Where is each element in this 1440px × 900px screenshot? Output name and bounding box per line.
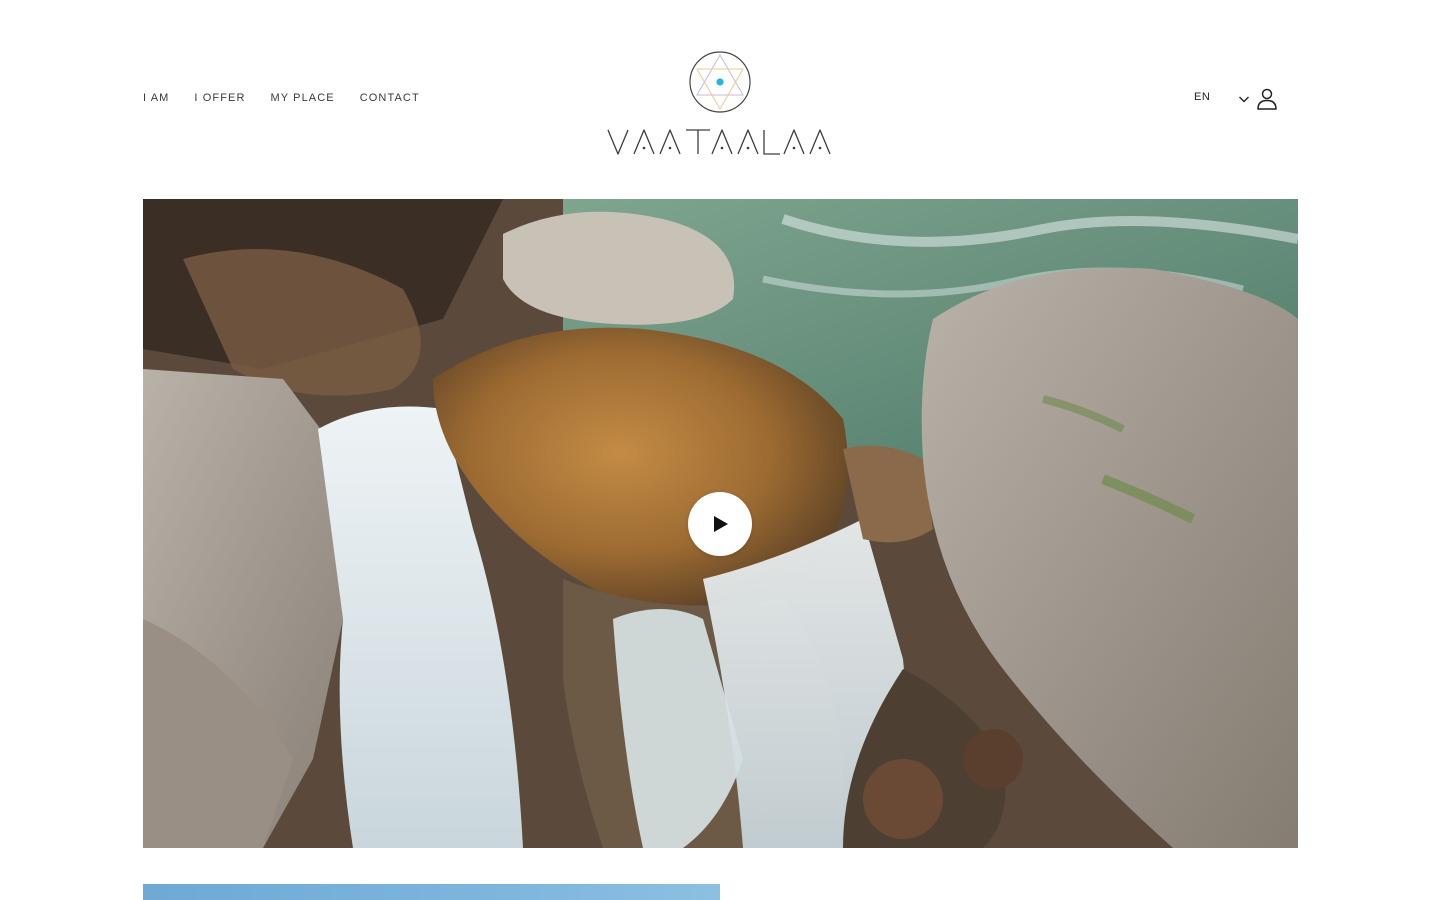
- nav-item-my-place[interactable]: MY PLACE: [271, 92, 335, 104]
- site-logo[interactable]: [604, 50, 836, 160]
- user-icon[interactable]: [1255, 87, 1279, 111]
- nav-item-i-offer[interactable]: I OFFER: [194, 92, 245, 104]
- play-button[interactable]: [688, 492, 752, 556]
- play-icon: [714, 516, 728, 532]
- language-selector[interactable]: EN: [1194, 91, 1249, 103]
- hero-video[interactable]: [143, 199, 1298, 848]
- logo-wordmark: [607, 129, 831, 155]
- site-header: I AM I OFFER MY PLACE CONTACT EN: [0, 0, 1440, 199]
- main-nav: I AM I OFFER MY PLACE CONTACT: [143, 92, 420, 104]
- language-label: EN: [1194, 91, 1211, 103]
- next-section-image: [143, 884, 720, 900]
- nav-item-contact[interactable]: CONTACT: [360, 92, 420, 104]
- logo-emblem: [689, 51, 751, 113]
- nav-item-i-am[interactable]: I AM: [143, 92, 169, 104]
- chevron-down-icon: [1239, 96, 1249, 103]
